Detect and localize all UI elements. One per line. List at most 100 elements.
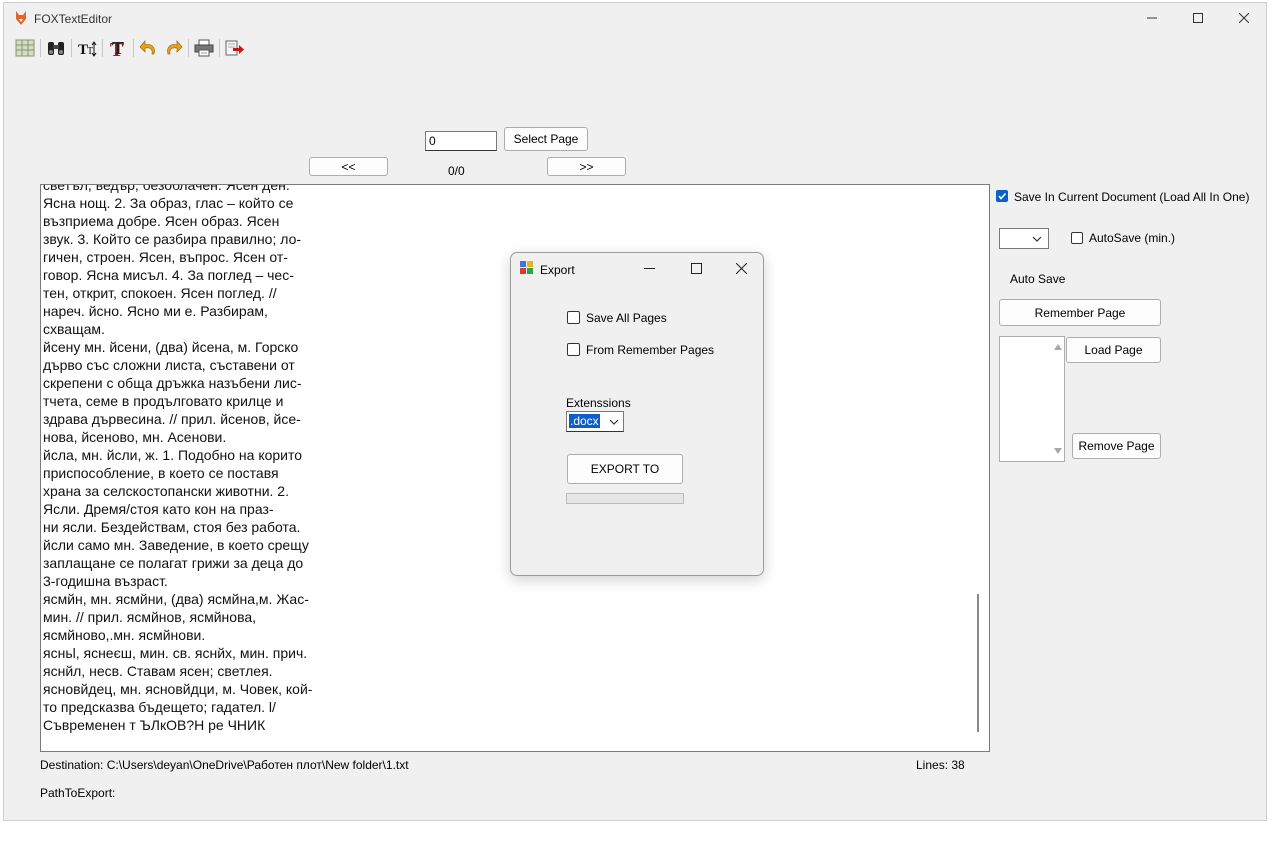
extension-selected-value: .docx xyxy=(569,414,600,428)
editor-line: приспособление, в което се поставя xyxy=(43,465,279,481)
editor-line: храна за селскостопански животни. 2. xyxy=(43,483,289,499)
remembered-pages-list[interactable] xyxy=(999,336,1065,462)
line-count: Lines: 38 xyxy=(916,758,965,772)
editor-line: светъл, ведър, безоблачен. Ясен ден. xyxy=(43,184,290,193)
find-button[interactable] xyxy=(45,37,67,59)
extension-select[interactable]: .docx xyxy=(566,411,624,432)
svg-text:T: T xyxy=(112,38,124,58)
editor-line: Съвременен т ЪЛкОВ?Н ре ЧНИК xyxy=(43,717,266,733)
load-page-button[interactable]: Load Page xyxy=(1066,337,1161,363)
minimize-icon xyxy=(1147,17,1157,19)
toolbar-separator xyxy=(102,39,103,57)
editor-line: звук. 3. Който се разбира правилно; ло- xyxy=(43,231,302,247)
remember-page-button[interactable]: Remember Page xyxy=(999,299,1161,326)
text-size-button[interactable]: T T xyxy=(76,37,98,59)
print-button[interactable] xyxy=(193,37,215,59)
checkmark-icon xyxy=(998,192,1007,200)
editor-line: тчета, семе в продълговато крилце и xyxy=(43,393,284,409)
editor-line: ясмйн, мн. ясмйни, (два) ясмйна,м. Жас- xyxy=(43,591,309,607)
editor-line: нареч. йсно. Ясно ми е. Разбирам, xyxy=(43,303,268,319)
maximize-icon xyxy=(1193,13,1203,23)
save-all-pages-label: Save All Pages xyxy=(586,311,667,325)
close-button[interactable] xyxy=(1221,3,1267,33)
new-doc-button[interactable] xyxy=(14,37,36,59)
save-all-pages-checkbox[interactable] xyxy=(567,311,580,324)
dialog-minimize-icon[interactable] xyxy=(644,263,655,274)
maximize-button[interactable] xyxy=(1175,3,1221,33)
next-page-button[interactable]: >> xyxy=(547,157,626,176)
select-page-button[interactable]: Select Page xyxy=(504,127,588,151)
editor-line: Ясна нощ. 2. За образ, глас – който се xyxy=(43,195,294,211)
chevron-down-icon xyxy=(1032,236,1042,242)
fox-app-icon xyxy=(16,11,26,25)
autosave-checkbox[interactable] xyxy=(1071,232,1083,244)
editor-line: 3-годишна възраст. xyxy=(43,573,168,589)
toolbar: T T T T xyxy=(8,35,408,61)
editor-line: ясновйдец, мн. ясновйдци, м. Човек, кой- xyxy=(43,681,313,697)
dialog-maximize-icon[interactable] xyxy=(691,263,702,274)
export-button[interactable] xyxy=(224,37,246,59)
export-progress-bar xyxy=(566,493,684,504)
scroll-up-icon[interactable] xyxy=(1054,344,1062,350)
editor-line: йсла, мн. йсли, ж. 1. Подобно на корито xyxy=(43,447,303,463)
save-in-current-checkbox[interactable] xyxy=(996,190,1008,202)
editor-line: мин. // прил. ясмйнов, ясмйнова, xyxy=(43,609,257,625)
toolbar-separator xyxy=(71,39,72,57)
page-number-input[interactable] xyxy=(425,131,497,151)
editor-line: йсли само мн. Заведение, в което срещу xyxy=(43,537,309,553)
export-dialog: Export Save All Pages From Remember Page… xyxy=(510,252,764,576)
editor-line: Ясли. Дремя/стоя като кон на праз- xyxy=(43,501,274,517)
editor-line: дърво със сложни листа, съставени от xyxy=(43,357,295,373)
text-format-icon: T T xyxy=(110,38,124,58)
binoculars-icon xyxy=(48,42,64,55)
editor-line: нова, йсеново, мн. Асенови. xyxy=(43,429,227,445)
editor-line: то предсказва бъдещето; гадател. l/ xyxy=(43,699,276,715)
svg-text:T: T xyxy=(87,46,93,57)
editor-line: скрепени с обща дръжка назъбени лис- xyxy=(43,375,302,391)
text-format-button[interactable]: T T xyxy=(107,37,129,59)
editor-line: яснйл, несв. Ставам ясен; светлея. xyxy=(43,663,273,679)
window-title: FOXTextEditor xyxy=(34,12,113,26)
editor-line: възприема добре. Ясен образ. Ясен xyxy=(43,213,280,229)
main-window: FOXTextEditor T T T T 0 Select Page << 0… xyxy=(3,2,1267,821)
extensions-label: Extenssions xyxy=(566,396,631,410)
autosave-minutes-select[interactable] xyxy=(999,228,1049,249)
editor-content[interactable]: светъл, ведър, безоблачен. Ясен ден. Ясна… xyxy=(43,184,363,734)
from-remember-pages-label: From Remember Pages xyxy=(586,343,715,357)
editor-line: ясньl, яснеєш, мин. св. яснйх, мин. прич… xyxy=(43,645,308,661)
toolbar-separator xyxy=(40,39,41,57)
minimize-button[interactable] xyxy=(1129,3,1175,33)
redo-button[interactable] xyxy=(162,37,184,59)
editor-scrollbar-thumb[interactable] xyxy=(977,594,979,732)
export-dialog-title: Export xyxy=(540,263,575,277)
dialog-close-icon[interactable] xyxy=(736,263,747,274)
path-to-export: PathToExport: xyxy=(40,786,116,800)
title-bar: FOXTextEditor xyxy=(4,3,1266,33)
toolbar-separator xyxy=(133,39,134,57)
redo-icon xyxy=(167,40,183,55)
print-icon xyxy=(194,39,214,57)
export-dialog-icon xyxy=(520,261,533,274)
editor-line: гичен, строен. Ясен, въпрос. Ясен от- xyxy=(43,249,288,265)
undo-icon xyxy=(139,40,155,55)
export-to-button[interactable]: EXPORT TO xyxy=(567,454,683,484)
toolbar-separator xyxy=(188,39,189,57)
editor-line: говор. Ясна мисъл. 4. За поглед – чес- xyxy=(43,267,294,283)
undo-button[interactable] xyxy=(138,37,160,59)
editor-line: йсену мн. йсени, (два) йсена, м. Горско xyxy=(43,339,299,355)
scroll-down-icon[interactable] xyxy=(1054,448,1062,454)
destination-path: Destination: C:\Users\deyan\OneDrive\Раб… xyxy=(40,758,409,772)
export-icon xyxy=(225,40,244,56)
editor-line: здрава дървесина. // прил. йсенов, йсе- xyxy=(43,411,301,427)
editor-line: схващам. xyxy=(43,321,105,337)
remove-page-button[interactable]: Remove Page xyxy=(1072,433,1161,459)
chevron-down-icon xyxy=(609,419,619,425)
from-remember-pages-checkbox[interactable] xyxy=(567,343,580,356)
editor-line: тен, открит, спокоен. Ясен поглед. // xyxy=(43,285,277,301)
toolbar-separator xyxy=(219,39,220,57)
prev-page-button[interactable]: << xyxy=(309,157,388,176)
editor-line: ни ясли. Бездействам, стоя без работа. xyxy=(43,519,301,535)
editor-line: ясмйново,.мн. ясмйнови. xyxy=(43,627,206,643)
text-size-icon: T T xyxy=(78,41,97,57)
page-status: 0/0 xyxy=(448,164,465,178)
